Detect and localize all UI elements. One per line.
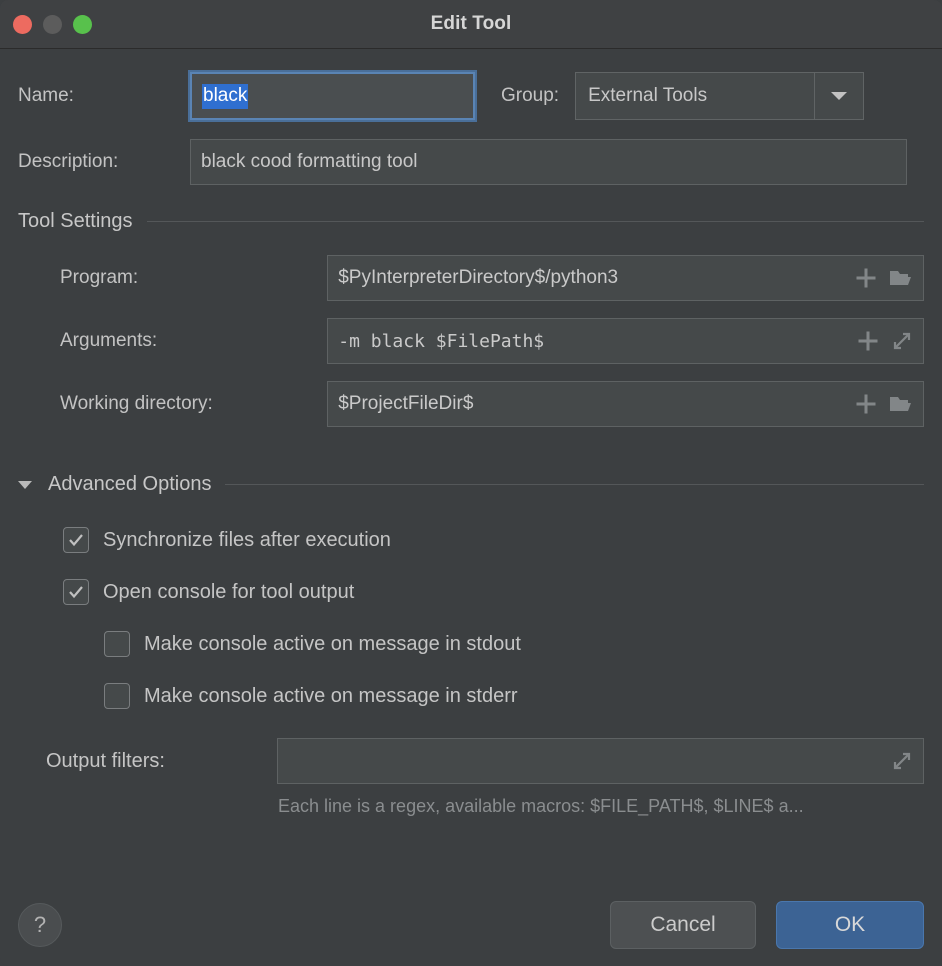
name-row: Name: black Group: External Tools — [18, 70, 924, 122]
checkbox-label: Synchronize files after execution — [103, 528, 391, 551]
output-filters-row: Output filters: — [18, 738, 924, 784]
expand-editor-icon[interactable] — [891, 750, 913, 772]
insert-macro-icon[interactable] — [857, 330, 879, 352]
arguments-input-value: -m black $FilePath$ — [338, 330, 545, 352]
working-directory-label: Working directory: — [60, 393, 213, 414]
program-label: Program: — [60, 267, 139, 288]
working-directory-input-value: $ProjectFileDir$ — [338, 393, 474, 414]
checkbox-console-active-stderr[interactable] — [104, 683, 130, 709]
checkbox-row-console-active-stderr[interactable]: Make console active on message in stderr — [18, 670, 924, 722]
checkbox-label: Make console active on message in stdout — [144, 632, 521, 655]
arguments-label: Arguments: — [60, 330, 158, 351]
checkbox-label: Open console for tool output — [103, 580, 355, 603]
checkbox-row-console-active-stdout[interactable]: Make console active on message in stdout — [18, 618, 924, 670]
output-filters-input[interactable] — [277, 738, 924, 784]
section-divider — [146, 221, 924, 222]
arguments-row: Arguments: -m black $FilePath$ — [18, 318, 924, 364]
output-filters-field-actions — [891, 739, 913, 783]
checkbox-console-active-stdout[interactable] — [104, 631, 130, 657]
zoom-window-button[interactable] — [73, 14, 92, 34]
working-directory-row: Working directory: $ProjectFileDir$ — [18, 381, 924, 427]
description-row: Description: black cood formatting tool — [18, 138, 924, 186]
arguments-input[interactable]: -m black $FilePath$ — [327, 318, 924, 364]
name-input-value: black — [202, 83, 249, 109]
group-dropdown-value: External Tools — [588, 85, 708, 106]
program-input-value: $PyInterpreterDirectory$/python3 — [338, 267, 619, 288]
minimize-window-button[interactable] — [43, 14, 62, 34]
program-row: Program: $PyInterpreterDirectory$/python… — [18, 255, 924, 301]
advanced-options-checkbox-list: Synchronize files after execution Open c… — [18, 514, 924, 722]
cancel-button[interactable]: Cancel — [610, 901, 756, 949]
description-input-value: black cood formatting tool — [201, 151, 418, 172]
name-label: Name: — [18, 85, 74, 106]
chevron-down-icon — [18, 480, 32, 489]
description-input[interactable]: black cood formatting tool — [190, 139, 907, 185]
description-label: Description: — [18, 151, 119, 172]
window-title: Edit Tool — [430, 13, 512, 34]
working-directory-field-actions — [855, 382, 913, 426]
output-filters-label: Output filters: — [46, 749, 165, 772]
group-label: Group: — [501, 85, 560, 106]
browse-folder-icon[interactable] — [889, 393, 913, 415]
expand-editor-icon[interactable] — [891, 330, 913, 352]
section-divider — [225, 484, 924, 485]
tool-settings-title: Tool Settings — [18, 210, 133, 232]
advanced-options-title: Advanced Options — [48, 473, 212, 495]
insert-macro-icon[interactable] — [855, 393, 877, 415]
titlebar: Edit Tool — [0, 0, 942, 49]
checkbox-row-synchronize-files[interactable]: Synchronize files after execution — [18, 514, 924, 566]
checkbox-open-console[interactable] — [63, 579, 89, 605]
group-dropdown[interactable]: External Tools — [575, 72, 865, 120]
checkbox-row-open-console[interactable]: Open console for tool output — [18, 566, 924, 618]
name-input[interactable]: black — [188, 70, 477, 122]
edit-tool-dialog: Edit Tool Name: black Group: External To… — [0, 0, 942, 966]
browse-folder-icon[interactable] — [889, 267, 913, 289]
chevron-down-icon — [814, 73, 863, 119]
arguments-field-actions — [857, 319, 913, 363]
close-window-button[interactable] — [13, 14, 32, 34]
checkbox-label: Make console active on message in stderr — [144, 684, 518, 707]
dialog-footer: ? Cancel OK — [0, 890, 942, 966]
dialog-content: Name: black Group: External Tools Descri… — [0, 49, 942, 890]
ok-button[interactable]: OK — [776, 901, 924, 949]
advanced-options-section-header[interactable]: Advanced Options — [18, 473, 924, 496]
output-filters-hint: Each line is a regex, available macros: … — [278, 796, 804, 816]
insert-macro-icon[interactable] — [855, 267, 877, 289]
program-field-actions — [855, 256, 913, 300]
help-button[interactable]: ? — [18, 903, 62, 947]
program-input[interactable]: $PyInterpreterDirectory$/python3 — [327, 255, 924, 301]
working-directory-input[interactable]: $ProjectFileDir$ — [327, 381, 924, 427]
tool-settings-section-header: Tool Settings — [18, 210, 924, 233]
checkbox-synchronize-files[interactable] — [63, 527, 89, 553]
traffic-lights — [13, 14, 92, 34]
